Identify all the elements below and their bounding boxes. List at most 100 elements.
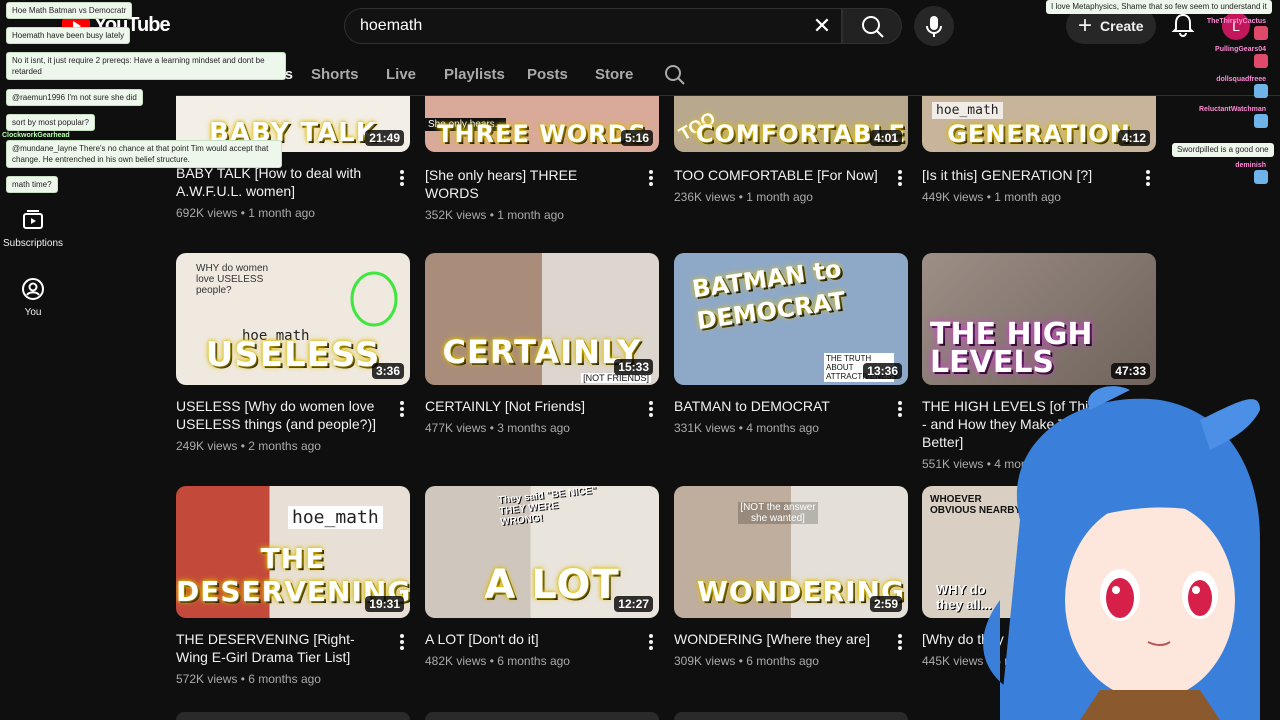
video-thumbnail[interactable]: CERTAINLY [NOT FRIENDS] 15:33	[425, 253, 659, 385]
account-avatar[interactable]: L	[1222, 12, 1250, 40]
chat-message: sort by most popular?	[6, 114, 95, 131]
search-input[interactable]: hoemath ✕	[344, 8, 842, 44]
green-circle-annotation	[350, 271, 398, 327]
you-icon	[22, 278, 44, 300]
video-menu-icon[interactable]	[896, 632, 904, 652]
tab-playlists[interactable]: Playlists	[444, 66, 505, 83]
view-count: 482K views	[425, 654, 487, 668]
view-count: 249K views	[176, 439, 238, 453]
video-card[interactable]: BATMAN to DEMOCRAT THE TRUTH ABOUT ATTRA…	[674, 253, 908, 435]
video-menu-icon[interactable]	[398, 168, 406, 188]
chat-username: deminish	[1235, 162, 1266, 169]
video-meta: 482K views • 6 months ago	[425, 654, 570, 668]
sidebar-item-subscriptions[interactable]: Subscriptions	[0, 208, 66, 249]
upload-age: 3 months ago	[497, 421, 570, 435]
voice-search-button[interactable]	[914, 6, 954, 46]
tab-shorts[interactable]: Shorts	[311, 66, 359, 83]
video-meta: 309K views • 6 months ago	[674, 654, 819, 668]
video-thumbnail[interactable]: WHY do women love USELESS people? hoe_ma…	[176, 253, 410, 385]
video-thumbnail[interactable]: hoe_math THE DESERVENING 19:31	[176, 486, 410, 618]
upload-age: 1 month ago	[994, 190, 1061, 204]
subscriptions-icon	[23, 210, 43, 229]
video-duration: 13:36	[863, 363, 902, 379]
video-thumbnail-partial[interactable]	[674, 712, 908, 720]
chat-username: ClockworkGearhead	[2, 132, 70, 139]
upload-age: 4 months ago	[746, 421, 819, 435]
video-title[interactable]: BATMAN to DEMOCRAT	[674, 397, 908, 415]
chat-username: dollsquadfreee	[1216, 76, 1266, 83]
video-thumbnail[interactable]: TOO COMFORTABLE 4:01	[674, 96, 908, 152]
channel-search-icon[interactable]	[664, 64, 686, 86]
video-menu-icon[interactable]	[647, 632, 655, 652]
chat-message: Hoe Math Batman vs Democratr	[6, 2, 133, 19]
video-thumbnail[interactable]: They said "BE NICE" THEY WERE WRONG! A L…	[425, 486, 659, 618]
video-thumbnail[interactable]: hoe_math GENERATION 4:12	[922, 96, 1156, 152]
video-card[interactable]: She only hears... THREE WORDS 5:16 [She …	[425, 96, 659, 222]
sidebar-item-you[interactable]: You	[0, 277, 66, 318]
video-menu-icon[interactable]	[398, 632, 406, 652]
clear-search-icon[interactable]: ✕	[809, 14, 835, 40]
video-thumbnail[interactable]: BATMAN to DEMOCRAT THE TRUTH ABOUT ATTRA…	[674, 253, 908, 385]
video-menu-icon[interactable]	[398, 399, 406, 419]
notifications-bell-icon[interactable]	[1170, 12, 1196, 38]
thumbnail-tag: WHY do women love USELESS people?	[196, 263, 269, 296]
chat-message: @raemun1996 I'm not sure she did	[6, 89, 143, 106]
video-title[interactable]: [Is it this] GENERATION [?]	[922, 166, 1156, 184]
upload-age: 6 months ago	[248, 672, 321, 686]
chat-username: TheThirstyCactus	[1206, 18, 1266, 25]
thumbnail-tag: [NOT the answer she wanted]	[738, 502, 818, 524]
chat-badge-icon	[1254, 170, 1268, 184]
video-duration: 3:36	[371, 363, 404, 379]
video-title[interactable]: WONDERING [Where they are]	[674, 630, 908, 648]
video-card[interactable]: CERTAINLY [NOT FRIENDS] 15:33 CERTAINLY …	[425, 253, 659, 435]
view-count: 309K views	[674, 654, 736, 668]
video-menu-icon[interactable]	[896, 168, 904, 188]
video-duration: 12:27	[614, 596, 653, 612]
thumbnail-tag: hoe_math	[288, 506, 383, 529]
chat-message: No it isnt, it just require 2 prereqs: H…	[6, 52, 286, 80]
upload-age: 1 month ago	[248, 206, 315, 220]
video-title[interactable]: THE DESERVENING [Right-Wing E-Girl Drama…	[176, 630, 410, 666]
thumbnail-tag: hoe_math	[932, 102, 1003, 119]
video-card[interactable]: TOO COMFORTABLE 4:01 TOO COMFORTABLE [Fo…	[674, 96, 908, 204]
video-title[interactable]: A LOT [Don't do it]	[425, 630, 659, 648]
chat-message: @mundane_layne There's no chance at that…	[6, 140, 282, 168]
tab-posts[interactable]: Posts	[527, 66, 568, 83]
view-count: 236K views	[674, 190, 736, 204]
video-title[interactable]: TOO COMFORTABLE [For Now]	[674, 166, 908, 184]
video-thumbnail-partial[interactable]	[425, 712, 659, 720]
video-duration: 2:59	[869, 596, 902, 612]
video-thumbnail[interactable]: She only hears... THREE WORDS 5:16	[425, 96, 659, 152]
view-count: 477K views	[425, 421, 487, 435]
upload-age: 2 months ago	[248, 439, 321, 453]
video-title[interactable]: USELESS [Why do women love USELESS thing…	[176, 397, 410, 433]
upload-age: 1 month ago	[497, 208, 564, 222]
chat-message: Hoemath have been busy lately	[6, 27, 131, 44]
chat-message: Swordpilled is a good one	[1172, 143, 1274, 157]
video-card[interactable]: [NOT the answer she wanted] WONDERING 2:…	[674, 486, 908, 668]
video-menu-icon[interactable]	[647, 399, 655, 419]
video-meta: 692K views • 1 month ago	[176, 206, 315, 220]
tab-live[interactable]: Live	[386, 66, 416, 83]
search-button[interactable]	[842, 8, 902, 44]
video-title[interactable]: [She only hears] THREE WORDS	[425, 166, 659, 202]
video-card[interactable]: WHY do women love USELESS people? hoe_ma…	[176, 253, 410, 453]
sidebar-item-label: Subscriptions	[2, 238, 64, 249]
search-query[interactable]: hoemath	[360, 17, 422, 35]
video-title[interactable]: CERTAINLY [Not Friends]	[425, 397, 659, 415]
video-thumbnail-partial[interactable]	[176, 712, 410, 720]
video-duration: 4:12	[1117, 130, 1150, 146]
video-card[interactable]: They said "BE NICE" THEY WERE WRONG! A L…	[425, 486, 659, 668]
video-menu-icon[interactable]	[896, 399, 904, 419]
video-thumbnail[interactable]: [NOT the answer she wanted] WONDERING 2:…	[674, 486, 908, 618]
video-card[interactable]: hoe_math GENERATION 4:12 [Is it this] GE…	[922, 96, 1156, 204]
plus-icon: +	[1078, 12, 1093, 39]
video-menu-icon[interactable]	[647, 168, 655, 188]
video-menu-icon[interactable]	[1144, 168, 1152, 188]
video-meta: 249K views • 2 months ago	[176, 439, 321, 453]
video-card[interactable]: hoe_math THE DESERVENING 19:31 THE DESER…	[176, 486, 410, 686]
chat-message: math time?	[6, 176, 58, 193]
tab-store[interactable]: Store	[595, 66, 633, 83]
chat-badge-icon	[1254, 26, 1268, 40]
video-thumbnail[interactable]: THE HIGH LEVELS 47:33	[922, 253, 1156, 385]
